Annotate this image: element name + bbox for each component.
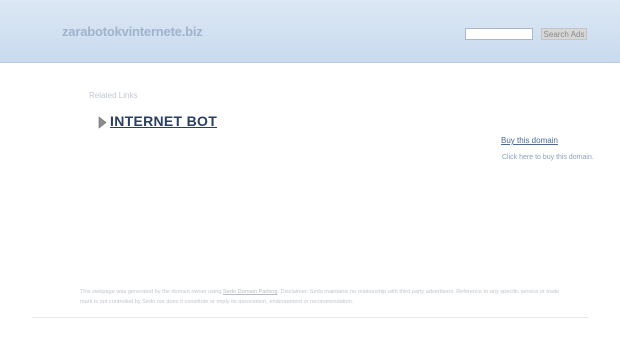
header-bar: zarabotokvinternete.biz Search Ads	[0, 0, 620, 63]
buy-domain-description[interactable]: Click here to buy this domain.	[502, 154, 594, 161]
search-input[interactable]	[465, 28, 533, 40]
related-links-heading: Related Links	[89, 91, 138, 100]
domain-title: zarabotokvinternete.biz	[62, 24, 203, 39]
search-ads-button[interactable]: Search Ads	[541, 28, 587, 40]
footer-divider	[32, 317, 588, 318]
arrow-right-icon	[98, 116, 107, 129]
buy-domain-link[interactable]: Buy this domain	[501, 136, 558, 145]
sedo-parking-link[interactable]: Sedo Domain Parking	[223, 289, 277, 295]
footer-text-start: This webpage was generated by the domain…	[80, 289, 224, 295]
internet-bot-link[interactable]: INTERNET BOT	[110, 113, 217, 129]
footer-disclaimer: This webpage was generated by the domain…	[80, 287, 570, 307]
